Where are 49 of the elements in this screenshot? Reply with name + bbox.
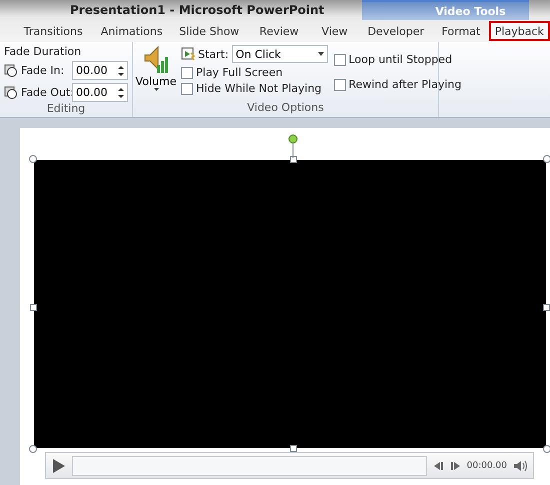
checkbox[interactable] [334, 78, 346, 90]
checkbox[interactable] [181, 82, 193, 94]
ribbon-tab[interactable]: Slide Show [170, 21, 248, 41]
start-dropdown[interactable]: On Click [232, 45, 328, 63]
caret-icon [154, 88, 158, 91]
fade-icon [4, 64, 18, 78]
ribbon-tab[interactable]: Format [433, 21, 489, 41]
window-title: Presentation1 - Microsoft PowerPoint [70, 3, 324, 17]
checkbox-label: Loop until Stopped [348, 53, 452, 66]
resize-handle[interactable] [543, 445, 550, 453]
checkbox[interactable] [334, 54, 346, 66]
speaker-icon[interactable] [513, 460, 527, 472]
field-label: Fade In: [21, 64, 66, 77]
checkbox-label: Play Full Screen [196, 66, 283, 79]
play-icon[interactable] [52, 458, 66, 474]
speaker-icon [143, 45, 169, 75]
spin-arrows-icon[interactable] [118, 86, 124, 98]
start-icon [181, 47, 195, 61]
contextual-tab-group: Video Tools [362, 0, 529, 20]
group-label: Video Options [246, 101, 325, 116]
step-forward-icon[interactable] [450, 460, 461, 470]
checkbox-label: Rewind after Playing [348, 78, 462, 91]
volume-button[interactable]: Volume [137, 45, 175, 101]
spin-arrows-icon[interactable] [118, 64, 124, 76]
spin-field[interactable]: 00.00 [72, 83, 128, 102]
ribbon-tab[interactable]: View [310, 21, 359, 41]
step-back-icon[interactable] [432, 460, 444, 470]
caret-icon [318, 52, 324, 56]
fade-icon [4, 86, 18, 100]
resize-handle[interactable] [290, 445, 297, 452]
resize-handle[interactable] [543, 155, 550, 163]
start-label: Start: [198, 48, 229, 60]
ribbon-tab[interactable]: Animations [92, 21, 171, 41]
spin-field[interactable]: 00.00 [72, 61, 128, 80]
group-heading: Fade Duration [4, 45, 82, 58]
group-label: Editing [46, 102, 86, 117]
resize-handle[interactable] [29, 155, 37, 163]
ribbon-tab[interactable]: Review [247, 21, 311, 41]
ribbon-tab[interactable]: Transitions [14, 21, 92, 41]
resize-handle[interactable] [29, 445, 37, 453]
time-display: 00:00.00 [466, 460, 507, 470]
resize-handle[interactable] [30, 304, 37, 311]
ribbon-tab[interactable]: Developer [358, 21, 434, 41]
rotate-handle[interactable] [288, 134, 298, 158]
checkbox-label: Hide While Not Playing [196, 82, 322, 95]
resize-handle[interactable] [290, 156, 297, 163]
ribbon-tab[interactable]: Playback [488, 21, 550, 41]
checkbox[interactable] [181, 66, 193, 78]
resize-handle[interactable] [543, 304, 550, 311]
